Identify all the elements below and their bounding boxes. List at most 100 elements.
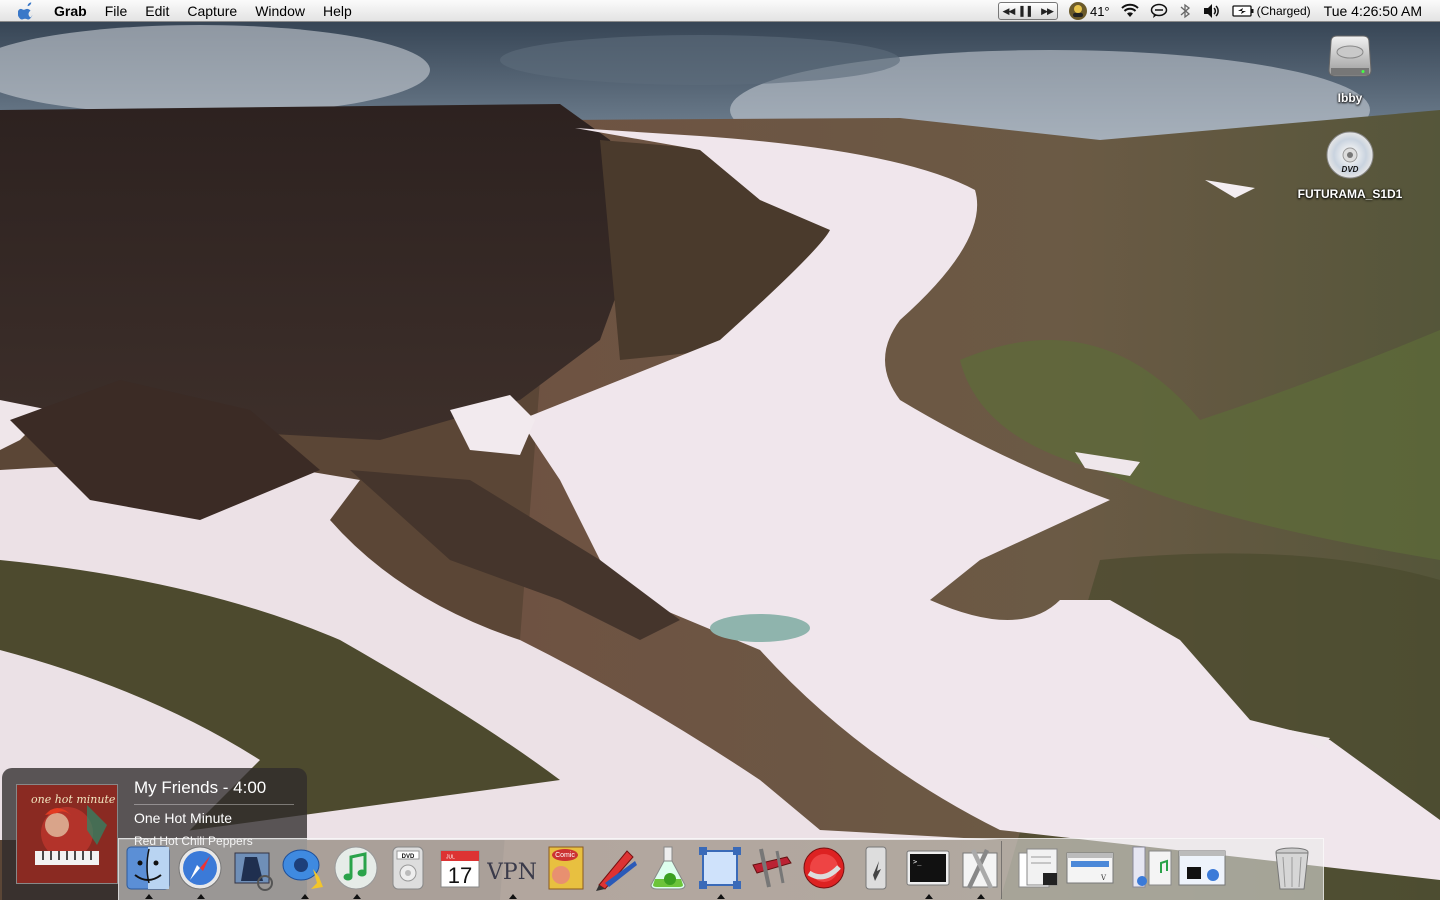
dock-ichat[interactable] bbox=[279, 843, 329, 899]
running-indicator bbox=[977, 894, 985, 899]
pen-icon bbox=[596, 850, 637, 891]
xcode-icon bbox=[752, 848, 792, 888]
dvd-disc-icon: DVD bbox=[1326, 131, 1374, 179]
dock-documents-stack[interactable] bbox=[1013, 843, 1063, 893]
dock-itunes[interactable] bbox=[331, 843, 381, 899]
dock-script-editor[interactable] bbox=[955, 843, 1005, 899]
dock-safari[interactable] bbox=[175, 843, 225, 899]
ical-month: JUL bbox=[446, 855, 455, 861]
dock-pen[interactable] bbox=[591, 843, 641, 893]
bluetooth-icon bbox=[1180, 3, 1190, 19]
running-indicator bbox=[509, 894, 517, 899]
utility-icon bbox=[865, 846, 887, 890]
desktop-wallpaper bbox=[0, 0, 1440, 900]
window-icon: V bbox=[1066, 852, 1114, 884]
flask-icon bbox=[650, 846, 686, 890]
running-indicator bbox=[145, 894, 153, 899]
ichat-status-menu[interactable] bbox=[1150, 0, 1168, 22]
menu-help[interactable]: Help bbox=[314, 0, 361, 22]
menu-app-name[interactable]: Grab bbox=[50, 0, 96, 22]
menu-clock[interactable]: Tue 4:26:50 AM bbox=[1324, 3, 1422, 19]
dock-finder[interactable] bbox=[123, 843, 173, 899]
weather-icon bbox=[1068, 2, 1087, 20]
svg-text:DVD: DVD bbox=[1342, 165, 1359, 174]
now-playing-divider bbox=[134, 804, 294, 805]
dock-aim[interactable] bbox=[799, 843, 849, 893]
now-playing-album: One Hot Minute bbox=[134, 810, 233, 826]
ical-icon: JUL 17 bbox=[440, 850, 480, 888]
desktop-icon-label: Ibby bbox=[1337, 91, 1363, 105]
dock-minimized-window-2[interactable] bbox=[1177, 843, 1227, 893]
applications-icon bbox=[1132, 846, 1172, 888]
bluetooth-menu[interactable] bbox=[1178, 0, 1192, 22]
svg-text:DVD: DVD bbox=[402, 854, 415, 860]
dock-utilities[interactable] bbox=[851, 843, 901, 893]
dock-dvd-player[interactable]: DVD bbox=[383, 843, 433, 893]
dock-ical[interactable]: JUL 17 bbox=[435, 843, 485, 893]
svg-text:>_: >_ bbox=[913, 858, 922, 866]
menu-bar: Grab File Edit Capture Window Help ◀◀ ▌▌… bbox=[0, 0, 1440, 22]
mail-icon bbox=[234, 852, 273, 891]
dock-trash[interactable] bbox=[1267, 843, 1317, 893]
now-playing-song: My Friends - 4:00 bbox=[134, 778, 267, 797]
documents-icon bbox=[1018, 848, 1058, 888]
dock-comic-life[interactable]: Comic bbox=[539, 843, 589, 893]
terminal-icon: >_ bbox=[906, 850, 950, 886]
window-icon bbox=[1178, 850, 1226, 886]
itunes-icon bbox=[334, 846, 378, 890]
menu-edit[interactable]: Edit bbox=[136, 0, 178, 22]
comic-life-text: Comic bbox=[555, 852, 575, 859]
desktop-icon-hard-drive[interactable]: Ibby bbox=[1290, 32, 1410, 105]
grab-icon bbox=[699, 847, 741, 889]
menu-file[interactable]: File bbox=[96, 0, 137, 22]
pause-icon[interactable]: ▌▌ bbox=[1020, 6, 1035, 16]
desktop-icon-label: FUTURAMA_S1D1 bbox=[1297, 187, 1403, 201]
running-indicator bbox=[197, 894, 205, 899]
dock-vpn[interactable]: VPN bbox=[487, 843, 537, 899]
next-track-icon[interactable]: ▶▶ bbox=[1041, 6, 1054, 17]
wifi-menu[interactable] bbox=[1120, 0, 1140, 22]
itunes-controls[interactable]: ◀◀ ▌▌ ▶▶ bbox=[997, 0, 1058, 22]
ichat-icon bbox=[282, 849, 323, 889]
trash-icon bbox=[1275, 847, 1309, 890]
safari-icon bbox=[178, 846, 222, 890]
menu-window[interactable]: Window bbox=[246, 0, 314, 22]
vpn-text: VPN bbox=[487, 860, 537, 885]
dock-minimized-window-1[interactable]: V bbox=[1065, 843, 1115, 893]
dock-applications-stack[interactable] bbox=[1125, 843, 1175, 893]
aim-icon bbox=[803, 847, 845, 889]
dock-chemistry[interactable] bbox=[643, 843, 693, 893]
volume-icon bbox=[1203, 4, 1219, 18]
dock-xcode-tools[interactable] bbox=[747, 843, 797, 893]
running-indicator bbox=[353, 894, 361, 899]
battery-status: (Charged) bbox=[1256, 4, 1311, 18]
ical-date: 17 bbox=[448, 863, 472, 888]
dock-mail[interactable] bbox=[227, 843, 277, 893]
comic-life-icon: Comic bbox=[548, 846, 584, 890]
dvd-player-icon: DVD bbox=[392, 846, 424, 890]
running-indicator bbox=[717, 894, 725, 899]
finder-icon bbox=[126, 846, 170, 890]
volume-menu[interactable] bbox=[1202, 0, 1222, 22]
wifi-icon bbox=[1120, 3, 1139, 17]
running-indicator bbox=[301, 894, 309, 899]
previous-track-icon[interactable]: ◀◀ bbox=[1003, 6, 1016, 17]
ichat-status-icon bbox=[1150, 3, 1167, 18]
dock-terminal[interactable]: >_ bbox=[903, 843, 953, 899]
album-art-title: one hot minute bbox=[31, 793, 116, 806]
vpn-icon: VPN bbox=[487, 860, 537, 885]
dock-separator bbox=[1001, 841, 1002, 899]
hard-drive-icon bbox=[1328, 35, 1372, 77]
battery-menu[interactable]: (Charged) bbox=[1231, 0, 1311, 22]
battery-icon bbox=[1231, 5, 1254, 17]
menu-capture[interactable]: Capture bbox=[178, 0, 246, 22]
running-indicator bbox=[925, 894, 933, 899]
dock-grab[interactable] bbox=[695, 843, 745, 899]
apple-menu-icon[interactable] bbox=[18, 1, 36, 20]
svg-text:V: V bbox=[1100, 874, 1107, 882]
weather-menu[interactable]: 41° bbox=[1068, 0, 1110, 22]
menu-extras: ◀◀ ▌▌ ▶▶ 41° (Charged) Tue 4:26:50 AM bbox=[993, 0, 1440, 22]
weather-temperature: 41° bbox=[1089, 3, 1110, 19]
album-artwork: one hot minute bbox=[16, 784, 118, 884]
desktop-icon-dvd[interactable]: DVD FUTURAMA_S1D1 bbox=[1290, 130, 1410, 201]
